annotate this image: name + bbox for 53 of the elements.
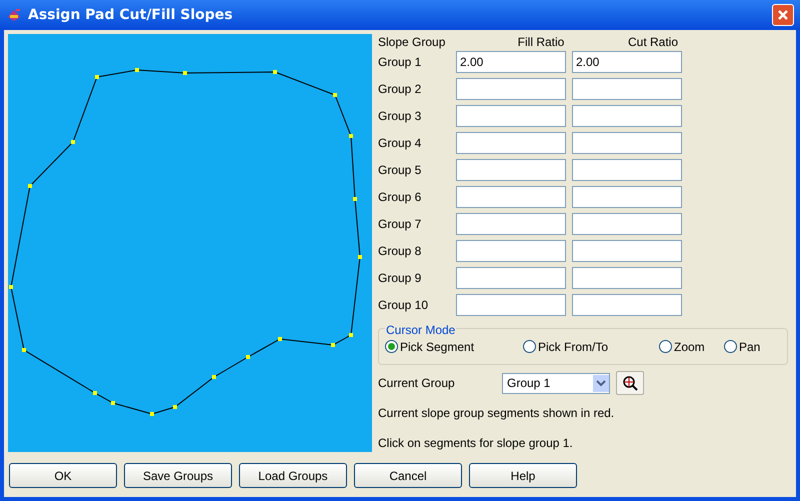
fill-ratio-field[interactable] bbox=[456, 186, 566, 208]
row-label: Group 4 bbox=[378, 135, 422, 152]
zoom-button[interactable] bbox=[616, 371, 644, 395]
radio-option[interactable]: Zoom bbox=[659, 338, 724, 356]
cut-ratio-field[interactable] bbox=[572, 132, 682, 154]
group-dropdown[interactable]: Group 1 bbox=[502, 372, 610, 394]
close-button[interactable] bbox=[772, 4, 794, 26]
field-label: Current Group bbox=[378, 375, 456, 392]
fill-ratio-field[interactable] bbox=[456, 132, 566, 154]
cut-ratio-field[interactable] bbox=[572, 267, 682, 289]
cut-ratio-field[interactable] bbox=[572, 105, 682, 127]
cut-ratio-field[interactable] bbox=[572, 159, 682, 181]
row-label: Group 3 bbox=[378, 108, 422, 125]
fill-ratio-field[interactable] bbox=[456, 213, 566, 235]
window-title: Assign Pad Cut/Fill Slopes bbox=[28, 6, 233, 24]
dialog-button[interactable]: Load Groups bbox=[239, 463, 347, 488]
column-header: Slope Group bbox=[378, 34, 446, 51]
cut-ratio-field[interactable] bbox=[572, 186, 682, 208]
cut-ratio-field[interactable] bbox=[572, 213, 682, 235]
fill-ratio-field[interactable] bbox=[456, 78, 566, 100]
fill-ratio-field[interactable] bbox=[456, 240, 566, 262]
row-label: Group 8 bbox=[378, 243, 422, 260]
info-text: Click on segments for slope group 1. bbox=[378, 435, 574, 452]
caret-icon bbox=[593, 374, 609, 392]
row-label: Group 2 bbox=[378, 81, 422, 98]
dialog-button[interactable]: Help bbox=[469, 463, 577, 488]
dialog-button[interactable]: Cancel bbox=[354, 463, 462, 488]
radio-option[interactable]: Pan bbox=[724, 338, 760, 356]
magnifier-icon bbox=[622, 375, 638, 391]
row-label: Group 5 bbox=[378, 162, 422, 179]
fill-ratio-field[interactable] bbox=[456, 159, 566, 181]
info-text: Current slope group segments shown in red. bbox=[378, 405, 616, 422]
radio-option[interactable]: Pick Segment bbox=[385, 338, 523, 356]
fill-ratio-field[interactable] bbox=[456, 294, 566, 316]
column-header: Cut Ratio bbox=[626, 34, 680, 51]
dialog-button[interactable]: OK bbox=[9, 463, 117, 488]
app-icon bbox=[6, 7, 22, 23]
row-label: Group 6 bbox=[378, 189, 422, 206]
cut-ratio-field[interactable] bbox=[572, 240, 682, 262]
radio-option[interactable]: Pick From/To bbox=[523, 338, 659, 356]
cut-ratio-field[interactable] bbox=[572, 78, 682, 100]
fill-ratio-field[interactable]: 2.00 bbox=[456, 51, 566, 73]
column-header: Fill Ratio bbox=[516, 34, 566, 51]
cut-ratio-field[interactable]: 2.00 bbox=[572, 51, 682, 73]
fill-ratio-field[interactable] bbox=[456, 105, 566, 127]
row-label: Group 9 bbox=[378, 270, 422, 287]
fill-ratio-field[interactable] bbox=[456, 267, 566, 289]
row-label: Group 10 bbox=[378, 297, 430, 314]
row-label: Group 7 bbox=[378, 216, 422, 233]
cut-ratio-field[interactable] bbox=[572, 294, 682, 316]
close-icon bbox=[777, 9, 789, 21]
row-label: Group 1 bbox=[378, 54, 422, 71]
dialog-button[interactable]: Save Groups bbox=[124, 463, 232, 488]
